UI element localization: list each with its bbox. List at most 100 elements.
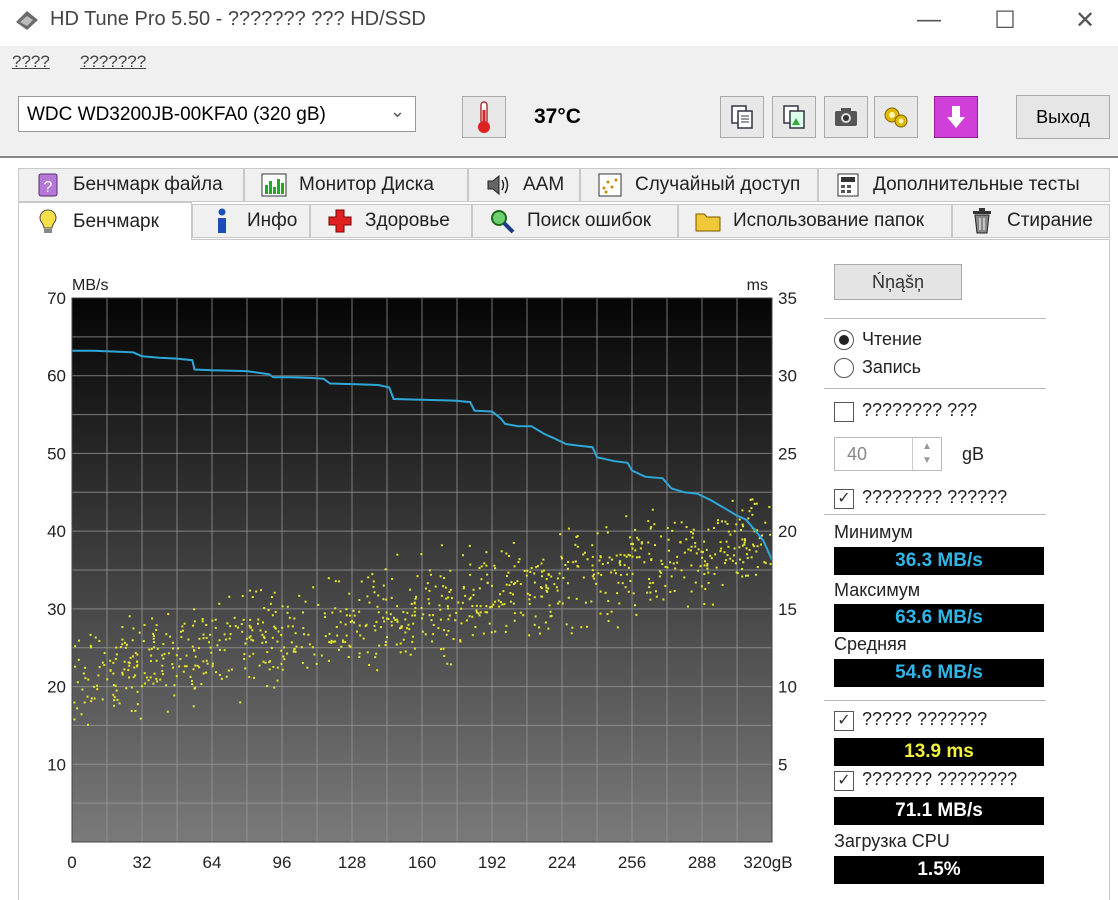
access-time-point [131, 686, 133, 688]
access-time-point [411, 603, 413, 605]
access-time-point [376, 669, 378, 671]
y-left-label: MB/s [72, 277, 108, 294]
access-time-point [342, 639, 344, 641]
access-time-point [480, 611, 482, 613]
access-time-point [289, 617, 291, 619]
cpu-usage-label: Загрузка CPU [834, 831, 950, 852]
transfer-rate-checkbox[interactable]: ✓ [834, 489, 854, 509]
access-time-point [195, 656, 197, 658]
access-time-point [321, 655, 323, 657]
access-time-point [78, 640, 80, 642]
access-time-point [481, 565, 483, 567]
start-button[interactable]: Ńņąšņ [834, 264, 962, 300]
access-time-point [557, 603, 559, 605]
access-time-point [692, 533, 694, 535]
x-tick-label: 288 [688, 853, 716, 872]
options-button[interactable] [874, 96, 918, 138]
read-label: Чтение [862, 329, 922, 350]
menu-help[interactable]: ??????? [80, 52, 146, 72]
access-time-point [162, 658, 164, 660]
access-time-point [206, 660, 208, 662]
tab-benchmark[interactable]: Бенчмарк [18, 202, 192, 240]
access-time-point [529, 571, 531, 573]
access-time-point [608, 620, 610, 622]
access-time-point [741, 568, 743, 570]
access-time-point [703, 541, 705, 543]
save-button[interactable] [934, 96, 978, 138]
x-tick-label: 96 [273, 853, 292, 872]
access-time-point [264, 637, 266, 639]
access-time-point [611, 559, 613, 561]
access-time-point [531, 567, 533, 569]
access-time-point [346, 614, 348, 616]
screenshot-button[interactable] [824, 96, 868, 138]
minimize-button[interactable]: — [902, 2, 956, 38]
access-time-point [125, 647, 127, 649]
access-time-point [463, 587, 465, 589]
access-time-point [754, 503, 756, 505]
access-time-point [548, 574, 550, 576]
tab-disk-monitor[interactable]: Монитор Диска [244, 168, 468, 202]
access-time-point [346, 635, 348, 637]
access-time-point [98, 640, 100, 642]
copy-text-button[interactable] [720, 96, 764, 138]
access-time-point [508, 584, 510, 586]
access-time-point [455, 612, 457, 614]
access-time-point [178, 665, 180, 667]
tab-info[interactable]: Инфо [192, 204, 310, 238]
access-time-point [756, 503, 758, 505]
access-time-point [140, 718, 142, 720]
access-time-point [425, 633, 427, 635]
exit-button[interactable]: Выход [1016, 95, 1110, 139]
tab-label: Инфо [247, 210, 297, 232]
temperature-button[interactable] [462, 96, 506, 138]
access-time-point [387, 618, 389, 620]
thermometer-icon [475, 100, 493, 134]
tab-error-scan[interactable]: Поиск ошибок [472, 204, 678, 238]
write-radio[interactable] [834, 358, 854, 378]
tab-file-benchmark[interactable]: ? Бенчмарк файла [18, 168, 244, 202]
access-time-point [602, 563, 604, 565]
access-time-checkbox[interactable]: ✓ [834, 711, 854, 731]
access-time-point [139, 632, 141, 634]
info-icon [207, 208, 237, 234]
tab-folder-usage[interactable]: Использование папок [678, 204, 952, 238]
tab-health[interactable]: Здоровье [310, 204, 472, 238]
access-time-point [582, 553, 584, 555]
short-stroke-spinner[interactable]: ▲▼ [912, 438, 941, 470]
copy-image-button[interactable] [772, 96, 816, 138]
tab-random-access[interactable]: Случайный доступ [580, 168, 818, 202]
y-right-tick-label: 15 [778, 600, 797, 619]
short-stroke-checkbox[interactable] [834, 402, 854, 422]
burst-rate-checkbox[interactable]: ✓ [834, 771, 854, 791]
access-time-point [231, 669, 233, 671]
drive-select[interactable]: WDC WD3200JB-00KFA0 (320 gB) ⌄ [18, 96, 416, 132]
tab-erase[interactable]: Стирание [952, 204, 1110, 238]
menu-file[interactable]: ???? [12, 52, 50, 72]
access-time-point [307, 634, 309, 636]
access-time-point [447, 605, 449, 607]
access-time-point [216, 644, 218, 646]
access-time-point [445, 587, 447, 589]
access-time-point [652, 582, 654, 584]
maximize-button[interactable]: ☐ [978, 2, 1032, 38]
access-time-point [325, 635, 327, 637]
access-time-point [751, 556, 753, 558]
access-time-point [575, 560, 577, 562]
access-time-point [366, 595, 368, 597]
access-time-point [590, 600, 592, 602]
divider [824, 700, 1046, 701]
access-time-point [687, 606, 689, 608]
access-time-point [349, 615, 351, 617]
close-button[interactable]: ✕ [1058, 2, 1112, 38]
access-time-point [365, 625, 367, 627]
access-time-point [84, 677, 86, 679]
access-time-point [228, 596, 230, 598]
tab-extra-tests[interactable]: Дополнительные тесты [818, 168, 1110, 202]
access-time-point [448, 591, 450, 593]
access-time-point [626, 556, 628, 558]
access-time-point [302, 611, 304, 613]
access-time-point [584, 552, 586, 554]
tab-aam[interactable]: AAM [468, 168, 580, 202]
read-radio[interactable] [834, 330, 854, 350]
